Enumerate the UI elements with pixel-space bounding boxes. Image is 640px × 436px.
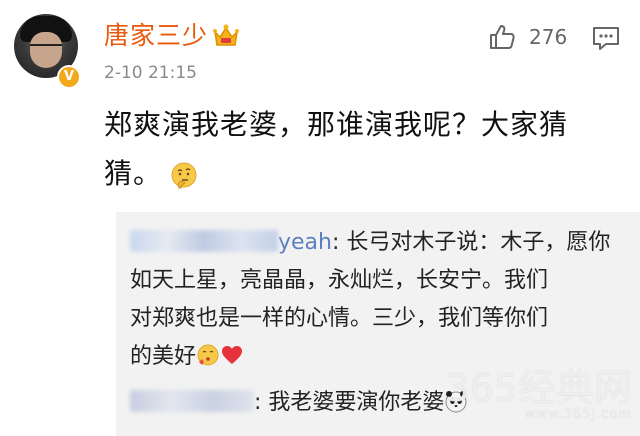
avatar-glasses <box>30 44 62 54</box>
crown-icon <box>213 24 239 46</box>
reply-comment-2: : 我老婆要演你老婆 <box>130 388 468 418</box>
watermark: 365经典网 www.365J.com <box>445 368 632 422</box>
username[interactable]: 唐家三少 <box>104 21 208 51</box>
blurred-username <box>130 230 278 252</box>
post-text-line-2: 猜。 <box>104 149 594 198</box>
post-timestamp: 2-10 21:15 <box>104 63 197 83</box>
thinking-face-icon <box>171 162 197 189</box>
heart-icon <box>222 346 243 364</box>
blurred-username-2[interactable] <box>130 390 254 412</box>
like-count: 276 <box>529 25 568 49</box>
reply-line-2: 如天上星，亮晶晶，永灿烂，长安宁。我们 <box>130 268 549 293</box>
post-text: 郑爽演我老婆，那谁演我呢？大家猜 猜。 <box>104 100 594 198</box>
watermark-main: 365经典网 <box>445 366 632 410</box>
reply-username-1[interactable]: yeah <box>130 230 332 255</box>
reply-line-4-text: 的美好 <box>130 344 197 369</box>
reply-2-text: : 我老婆要演你老婆 <box>254 390 445 415</box>
reply-text-lead: : 长弓对木子说：木子，愿你 <box>331 230 611 255</box>
post-text-line-2-content: 猜。 <box>104 157 163 190</box>
post-text-line-1: 郑爽演我老婆，那谁演我呢？大家猜 <box>104 108 569 141</box>
kissing-face-icon <box>197 344 219 366</box>
reply-comment-1: yeah: 长弓对木子说：木子，愿你 如天上星，亮晶晶，永灿烂，长安宁。我们 对… <box>130 224 628 376</box>
comment-icon[interactable] <box>591 24 621 52</box>
reply-line-3: 对郑爽也是一样的心情。三少，我们等你们 <box>130 306 549 331</box>
watermark-url: www.365J.com <box>524 407 632 422</box>
reply-username-suffix: yeah <box>278 230 332 255</box>
thumbs-up-icon[interactable] <box>488 23 516 51</box>
reply-line-1: yeah: 长弓对木子说：木子，愿你 <box>130 224 628 262</box>
verified-badge-icon: V <box>57 65 81 89</box>
